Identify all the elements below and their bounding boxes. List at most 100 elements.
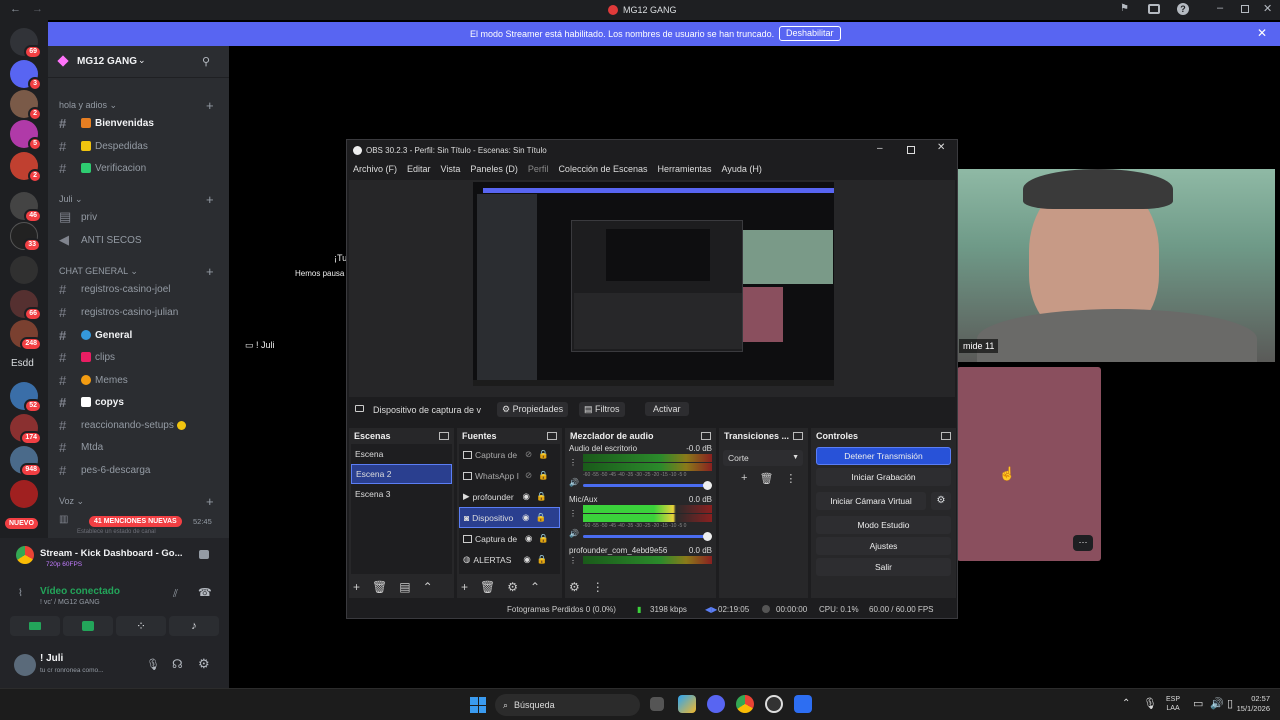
visibility-icon[interactable]: ⊘ (525, 470, 532, 481)
voice-channel-row[interactable]: ▥ 41 MENCIONES NUEVAS 52:45 Establece un… (57, 512, 223, 538)
lock-icon[interactable]: 🔒 (537, 554, 548, 565)
stop-streaming-button[interactable]: Detener Transmisión (816, 447, 951, 465)
menu-paneles[interactable]: Paneles (D) (470, 164, 518, 174)
dm-home-icon[interactable]: 69 (10, 28, 42, 59)
channel-registros-casino-julian[interactable]: # registros-casino-julian (59, 302, 223, 322)
visibility-icon[interactable]: ◉ (523, 491, 530, 502)
undock-icon[interactable] (793, 432, 803, 440)
maximize-icon[interactable] (1241, 5, 1249, 13)
server-icon[interactable]: 2 (10, 90, 42, 121)
studio-mode-button[interactable]: Modo Estudio (816, 516, 951, 534)
inbox-icon[interactable]: ⚑ (1120, 3, 1129, 14)
scene-item-selected[interactable]: Escena 2 (351, 464, 452, 484)
server-icon[interactable]: 174 (10, 414, 42, 445)
speaker-icon[interactable]: 🔊 (569, 529, 583, 538)
visibility-icon[interactable]: ◉ (522, 512, 529, 523)
chrome-taskbar-icon[interactable] (736, 695, 754, 713)
username[interactable]: ! Juli (40, 653, 63, 664)
add-channel-icon[interactable]: + (206, 494, 214, 509)
transition-select[interactable]: Corte ▼ (723, 450, 803, 466)
server-icon[interactable]: 52 (10, 382, 42, 413)
menu-ayuda[interactable]: Ayuda (H) (722, 164, 762, 174)
task-view-icon[interactable] (650, 697, 664, 711)
taskbar-search[interactable]: ⌕ Búsqueda (495, 694, 640, 716)
screen-share-icon[interactable] (1148, 4, 1160, 14)
filters-button[interactable]: ▤ Filtros (579, 402, 625, 417)
avatar[interactable] (14, 654, 36, 676)
channel-clips[interactable]: # clips (59, 347, 223, 367)
network-icon[interactable]: ▭ (1193, 697, 1203, 710)
channel-registros-casino-joel[interactable]: # registros-casino-joel (59, 279, 223, 299)
obs-preview[interactable] (349, 180, 955, 397)
activities-button[interactable]: ⁘ (116, 616, 166, 636)
start-icon[interactable] (470, 697, 486, 713)
back-icon[interactable]: ← (10, 3, 21, 15)
source-item[interactable]: ◍ ALERTAS ◉ 🔒 (459, 549, 560, 570)
add-source-icon[interactable]: + (461, 580, 468, 594)
help-icon[interactable]: ? (1177, 3, 1189, 15)
soundboard-button[interactable]: ♪ (169, 616, 219, 636)
lock-icon[interactable]: 🔒 (536, 491, 547, 502)
tray-mic-icon[interactable]: 🎙 (1143, 697, 1157, 710)
scene-item[interactable]: Escena (351, 444, 452, 464)
activity-card[interactable]: Stream - Kick Dashboard - Go... 720p 60F… (0, 538, 229, 572)
headphones-icon[interactable]: ☊ (172, 657, 183, 671)
channel-anti-secos[interactable]: ◀ ANTI SECOS (59, 230, 223, 250)
category-juli[interactable]: Juli ⌄ + (59, 192, 214, 207)
start-recording-button[interactable]: Iniciar Grabación (816, 468, 951, 486)
lock-icon[interactable]: 🔒 (538, 533, 549, 544)
add-channel-icon[interactable]: + (206, 98, 214, 113)
undock-icon[interactable] (701, 432, 711, 440)
channel-despedidas[interactable]: # Despedidas (59, 136, 223, 156)
discord-taskbar-icon[interactable] (707, 695, 725, 713)
add-transition-icon[interactable]: + (741, 472, 747, 485)
remove-scene-icon[interactable]: 🗑 (372, 580, 387, 594)
server-icon[interactable]: 66 (10, 290, 42, 321)
category-chat-general[interactable]: CHAT GENERAL ⌄ + (59, 264, 214, 279)
activity-stop-icon[interactable] (199, 550, 209, 559)
clock[interactable]: 02:57 15/1/2026 (1230, 694, 1270, 714)
video-tile[interactable]: ⋯ (957, 367, 1101, 561)
app-taskbar-icon[interactable] (794, 695, 812, 713)
undock-icon[interactable] (547, 432, 557, 440)
visibility-icon[interactable]: ⊘ (525, 449, 532, 460)
remove-transition-icon[interactable]: 🗑 (759, 472, 773, 485)
transition-menu-icon[interactable]: ⋮ (785, 472, 796, 485)
source-properties-icon[interactable]: ⚙ (507, 580, 518, 594)
virtual-camera-settings-icon[interactable]: ⚙ (931, 492, 951, 510)
category-hola-y-adios[interactable]: hola y adios ⌄ + (59, 98, 214, 113)
channel-memes[interactable]: # Memes (59, 370, 223, 390)
visibility-icon[interactable]: ◉ (525, 533, 532, 544)
visibility-icon[interactable]: ◉ (523, 554, 530, 565)
activate-button[interactable]: Activar (645, 402, 689, 416)
mixer-menu-icon[interactable]: ⋮ (592, 580, 604, 594)
server-icon[interactable] (10, 480, 38, 508)
language-indicator[interactable]: ESP LAA (1166, 695, 1180, 713)
invite-icon[interactable]: ⚲ (202, 55, 210, 68)
menu-herramientas[interactable]: Herramientas (658, 164, 712, 174)
lock-icon[interactable]: 🔒 (536, 512, 547, 523)
server-text-label[interactable]: Esdd (11, 358, 34, 369)
add-channel-icon[interactable]: + (206, 192, 214, 207)
channel-general[interactable]: # General (59, 325, 223, 345)
server-icon[interactable]: 3 (10, 60, 42, 91)
source-item[interactable]: ▶ profounder ◉ 🔒 (459, 486, 560, 507)
source-item[interactable]: Captura de ⊘ 🔒 (459, 444, 560, 465)
channel-copys[interactable]: # copys (59, 392, 223, 412)
source-item[interactable]: WhatsApp I ⊘ 🔒 (459, 465, 560, 486)
server-icon[interactable] (10, 256, 38, 284)
menu-coleccion[interactable]: Colección de Escenas (558, 164, 647, 174)
exit-button[interactable]: Salir (816, 558, 951, 576)
lock-icon[interactable]: 🔒 (538, 449, 549, 460)
menu-archivo[interactable]: Archivo (F) (353, 164, 397, 174)
settings-gear-icon[interactable]: ⚙ (198, 656, 210, 672)
start-virtual-camera-button[interactable]: Iniciar Cámara Virtual (816, 492, 926, 510)
close-icon[interactable]: ✕ (1263, 2, 1272, 15)
category-voz[interactable]: Voz ⌄ + (59, 494, 214, 509)
menu-editar[interactable]: Editar (407, 164, 431, 174)
noise-suppression-icon[interactable]: ⫽ (173, 588, 178, 601)
move-up-icon[interactable]: ⌃ (423, 580, 433, 594)
voice-connected-label[interactable]: Vídeo conectado (40, 586, 120, 597)
server-header[interactable]: MG12 GANG ⌄ ⚲ (48, 46, 229, 78)
channel-bienvenidas[interactable]: # Bienvenidas (59, 113, 223, 133)
